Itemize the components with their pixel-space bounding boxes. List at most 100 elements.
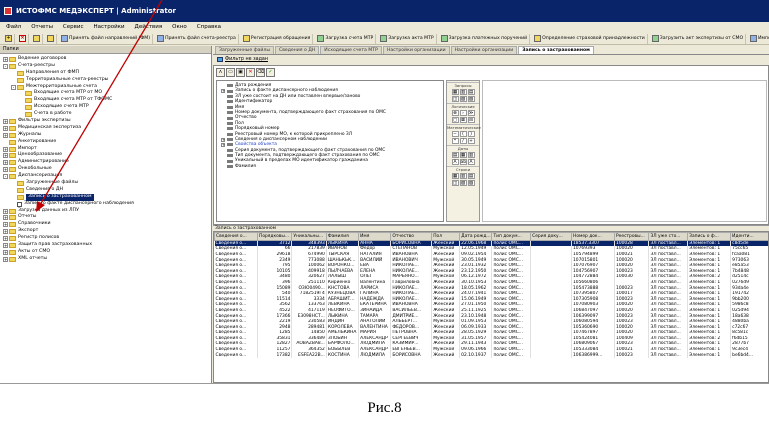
expand-toggle-icon[interactable]: - (11, 84, 16, 90)
tree-node[interactable]: Направления от ФМП (0, 70, 211, 77)
tree-node[interactable]: + Акты от СМО (0, 249, 211, 256)
operator-button-icon[interactable]: A (451, 159, 459, 165)
expand-toggle-icon[interactable]: + (3, 242, 8, 248)
expand-toggle-icon[interactable]: + (3, 222, 8, 228)
expand-toggle-icon[interactable]: + (221, 142, 225, 147)
operator-button-icon[interactable]: A (467, 159, 475, 165)
table-row[interactable]: Сведения о... 17382 ESFEA22B... КОСТИНА ЛЮДМ… (214, 352, 768, 358)
operator-button-icon[interactable]: ◫ (451, 96, 459, 102)
tree-node[interactable]: Анкетирование (0, 139, 211, 146)
expand-toggle-icon[interactable]: + (3, 146, 8, 152)
expand-toggle-icon[interactable]: - (3, 63, 8, 69)
operator-button-icon[interactable]: − (451, 131, 459, 137)
document-tab[interactable]: Исходящие счета МТР (320, 46, 382, 54)
tree-node[interactable]: Сведения о ДН (0, 187, 211, 194)
tree-node[interactable]: + Медицинская экспертиза (0, 125, 211, 132)
toolbar-button[interactable]: Загрузка счета МТР (315, 33, 377, 44)
operator-button-icon[interactable]: / (459, 138, 467, 144)
tree-node[interactable]: Исходящие счета МТР (0, 104, 211, 111)
tree-node[interactable]: - Межтерриториальные счета (0, 84, 211, 91)
operator-button-icon[interactable]: ▤ (467, 173, 475, 179)
tree-node[interactable]: + Регистр полисов (0, 235, 211, 242)
operator-button-icon[interactable]: ( (459, 131, 467, 137)
expand-toggle-icon[interactable]: + (3, 167, 8, 173)
operator-button-icon[interactable]: ab (459, 159, 467, 165)
operator-button-icon[interactable]: ▤ (451, 152, 459, 158)
document-tab[interactable]: Запись о застрахованном (518, 46, 594, 54)
tree-node[interactable]: Загруженные файлы (0, 180, 211, 187)
expand-toggle-icon[interactable]: + (3, 118, 8, 124)
tree-node[interactable]: + Фильтры экспертизы (0, 118, 211, 125)
menu-item[interactable]: Действия (135, 22, 163, 33)
document-tab[interactable]: Настройки организации (382, 46, 450, 54)
operator-button-icon[interactable]: ◫ (451, 180, 459, 186)
expand-toggle-icon[interactable]: + (3, 215, 8, 221)
expand-toggle-icon[interactable]: + (3, 125, 8, 131)
expand-toggle-icon[interactable]: + (3, 256, 8, 262)
column-header[interactable]: Тип докум... (491, 232, 532, 241)
toolbar-button[interactable]: Определение страховой принадлежности (532, 33, 648, 44)
menu-item[interactable]: Справка (197, 22, 221, 33)
operator-button-icon[interactable]: ⊠ (459, 117, 467, 123)
open-icon[interactable]: ▭ (226, 68, 235, 77)
column-header[interactable]: Сведения о... (214, 232, 259, 241)
operator-button-icon[interactable]: ▦ (459, 152, 467, 158)
column-header[interactable]: Порядковы... (257, 232, 293, 241)
operator-button-icon[interactable]: ▤ (467, 89, 475, 95)
tree-node[interactable]: - Счета-реестры (0, 63, 211, 70)
tree-node[interactable]: + Защита прав застрахованных (0, 242, 211, 249)
and-icon[interactable]: ᴧ (216, 68, 225, 77)
operator-button-icon[interactable]: ▨ (467, 96, 475, 102)
column-header[interactable]: Серия доку... (530, 232, 573, 241)
filter-expression-canvas[interactable] (482, 80, 767, 222)
column-header[interactable]: Иденти... (730, 232, 768, 241)
toolbar-button[interactable]: × (17, 33, 29, 44)
column-header[interactable]: Номер док... (571, 232, 616, 241)
toolbar-button[interactable] (45, 33, 57, 44)
operator-button-icon[interactable]: ⊟ (467, 117, 475, 123)
expand-toggle-icon[interactable]: + (3, 160, 8, 166)
toolbar-button[interactable]: Загрузка акта МТР (378, 33, 437, 44)
expand-toggle-icon[interactable]: - (3, 174, 8, 180)
expand-toggle-icon[interactable]: + (221, 89, 225, 94)
operator-button-icon[interactable]: ▥ (467, 152, 475, 158)
column-header[interactable]: ЗЛ уже сто... (648, 232, 689, 241)
menu-item[interactable]: Окно (172, 22, 187, 33)
operator-button-icon[interactable]: ▦ (451, 89, 459, 95)
operator-button-icon[interactable]: ▨ (467, 180, 475, 186)
operator-button-icon[interactable]: ⊕ (451, 110, 459, 116)
toolbar-button[interactable]: Загрузить акт экспертизы от СМО (650, 33, 747, 44)
menu-item[interactable]: Отчеты (31, 22, 53, 33)
operator-button-icon[interactable]: ≫ (467, 110, 475, 116)
clear-icon[interactable]: ⌫ (256, 68, 265, 77)
expand-toggle-icon[interactable]: + (3, 229, 8, 235)
toolbar-button[interactable] (31, 33, 43, 44)
column-header[interactable]: Дата рожд... (459, 232, 493, 241)
field-item[interactable]: Фамилия (217, 164, 443, 169)
operator-button-icon[interactable]: ▥ (459, 173, 467, 179)
expand-toggle-icon[interactable]: + (3, 208, 8, 214)
tree-node[interactable]: - Диспансеризация (0, 173, 211, 180)
operator-button-icon[interactable]: + (467, 138, 475, 144)
operator-button-icon[interactable]: › (459, 110, 467, 116)
operator-button-icon[interactable]: ▥ (459, 89, 467, 95)
operator-button-icon[interactable]: ) (467, 131, 475, 137)
column-header[interactable]: Пол (431, 232, 461, 241)
expand-toggle-icon[interactable]: + (3, 56, 8, 62)
toolbar-button[interactable]: Загрузка платежных поручений (439, 33, 531, 44)
toolbar-button[interactable]: Регистрация обращения (241, 33, 314, 44)
column-header[interactable]: Имя (358, 232, 392, 241)
operator-button-icon[interactable]: ▧ (459, 180, 467, 186)
column-header[interactable]: Уникальны... (291, 232, 327, 241)
operator-button-icon[interactable]: ▦ (451, 173, 459, 179)
tree-node[interactable]: + Ведение договоров (0, 56, 211, 63)
tree-node[interactable]: Входящие счета МТР от ТФОМС (0, 97, 211, 104)
column-header[interactable]: Реестровы... (614, 232, 650, 241)
expand-toggle-icon[interactable]: + (3, 249, 8, 255)
save-icon[interactable]: ▣ (236, 68, 245, 77)
expand-toggle-icon[interactable]: + (3, 236, 8, 242)
toolbar-button[interactable]: Принять файл счета-реестра (155, 33, 239, 44)
column-header[interactable]: Отчество (390, 232, 433, 241)
tree-node[interactable]: Запись о застрахованном (0, 193, 211, 201)
tree-node[interactable]: Территориальные счета-реестры (0, 77, 211, 84)
